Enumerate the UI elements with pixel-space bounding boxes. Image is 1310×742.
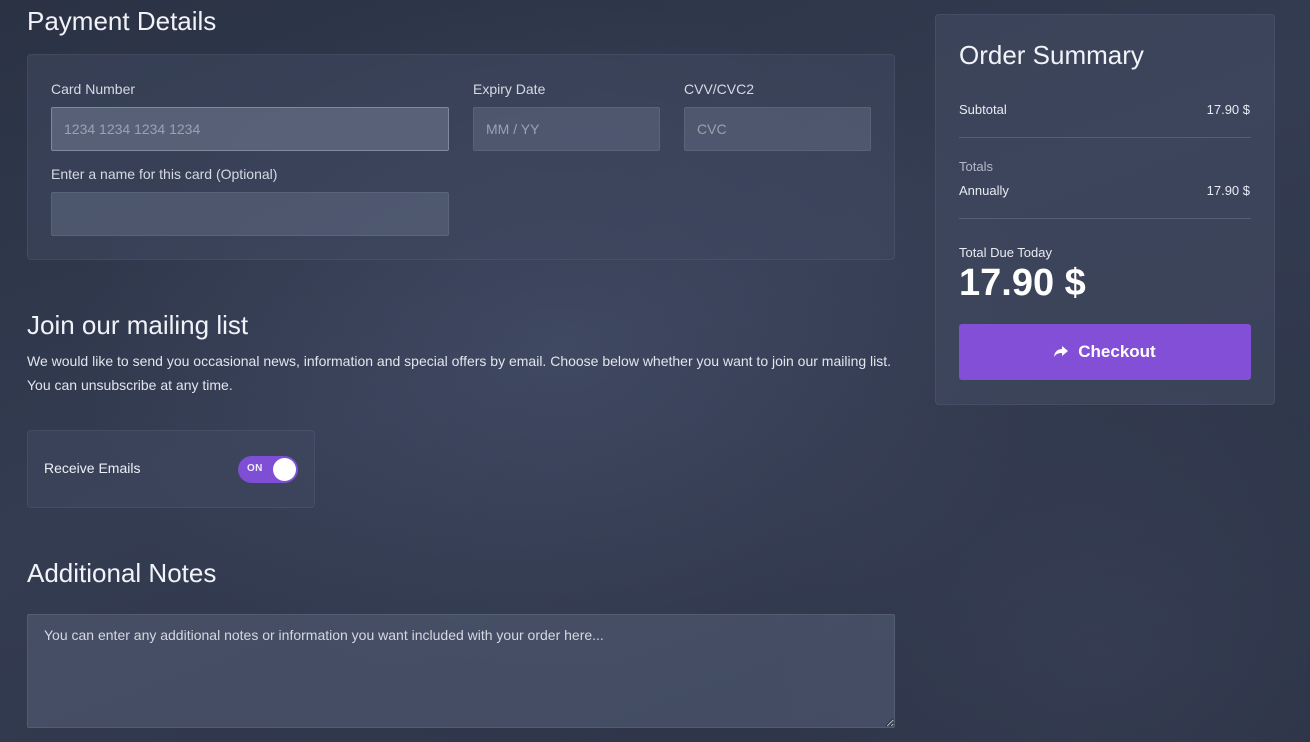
- annually-value: 17.90 $: [1206, 183, 1250, 198]
- card-number-input[interactable]: [51, 107, 449, 151]
- toggle-knob: [273, 458, 296, 481]
- receive-emails-label: Receive Emails: [44, 460, 141, 476]
- card-number-label: Card Number: [51, 81, 136, 97]
- expiry-date-input[interactable]: [473, 107, 660, 151]
- payment-details-title: Payment Details: [27, 6, 217, 36]
- additional-notes-textarea[interactable]: [27, 614, 895, 728]
- expiry-date-label: Expiry Date: [473, 81, 546, 97]
- card-name-input[interactable]: [51, 192, 449, 236]
- toggle-state-label: ON: [247, 463, 263, 474]
- total-due-label: Total Due Today: [959, 245, 1052, 260]
- cvv-input[interactable]: [684, 107, 871, 151]
- card-name-label: Enter a name for this card (Optional): [51, 166, 278, 182]
- totals-heading: Totals: [959, 159, 993, 174]
- subtotal-value: 17.90 $: [1206, 102, 1250, 117]
- checkout-label: Checkout: [1078, 342, 1156, 361]
- summary-divider: [959, 218, 1251, 219]
- order-summary-title: Order Summary: [959, 40, 1144, 70]
- share-arrow-icon: [1054, 346, 1069, 357]
- cvv-label: CVV/CVC2: [684, 81, 755, 97]
- mailing-list-description: We would like to send you occasional new…: [27, 353, 892, 393]
- additional-notes-title: Additional Notes: [27, 558, 217, 588]
- annually-label: Annually: [959, 183, 1009, 198]
- mailing-list-title: Join our mailing list: [27, 310, 249, 340]
- subtotal-label: Subtotal: [959, 102, 1007, 117]
- total-due-value: 17.90 $: [959, 262, 1086, 304]
- receive-emails-toggle[interactable]: ON: [238, 456, 298, 483]
- checkout-button[interactable]: Checkout: [959, 324, 1251, 380]
- summary-divider: [959, 137, 1251, 138]
